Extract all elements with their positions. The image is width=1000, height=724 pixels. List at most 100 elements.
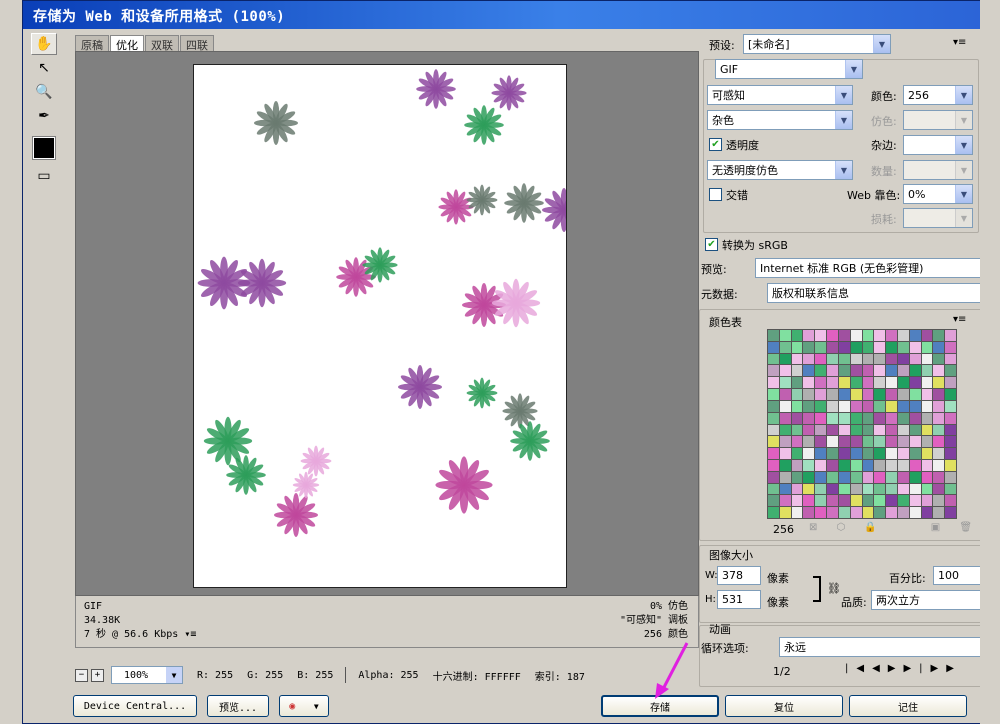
color-swatch[interactable] (921, 424, 933, 436)
color-swatch[interactable] (862, 507, 874, 518)
color-swatch[interactable] (933, 389, 945, 400)
color-swatch[interactable] (909, 341, 921, 353)
optimize-menu-icon[interactable]: ▾≡ (953, 37, 966, 48)
color-swatch[interactable] (945, 471, 956, 483)
color-swatch[interactable] (886, 448, 897, 459)
preview-select[interactable]: Internet 标准 RGB (无色彩管理)▼ (755, 258, 999, 278)
zoom-select[interactable]: 100% ▼ (111, 666, 183, 684)
convert-srgb-checkbox[interactable]: ✔ (705, 238, 718, 251)
color-swatch[interactable] (838, 377, 850, 389)
color-swatch[interactable] (933, 330, 945, 341)
height-input[interactable]: 531 (717, 590, 761, 609)
color-swatch[interactable] (874, 341, 886, 353)
eyedropper-color-swatch[interactable] (32, 136, 56, 160)
color-swatch[interactable] (921, 365, 933, 377)
color-swatch[interactable] (838, 330, 850, 341)
color-swatch[interactable] (815, 389, 827, 400)
color-swatch[interactable] (791, 341, 803, 353)
eyedropper-icon[interactable]: ✒ (31, 105, 57, 127)
color-swatch[interactable] (850, 424, 862, 436)
color-swatch[interactable] (827, 365, 838, 377)
dither-algorithm-select[interactable]: 杂色 ▼ (707, 110, 853, 130)
zoom-icon[interactable]: 🔍 (31, 81, 57, 103)
color-swatch[interactable] (874, 436, 886, 448)
color-swatch[interactable] (945, 507, 956, 518)
color-swatch[interactable] (791, 377, 803, 389)
color-swatch[interactable] (874, 495, 886, 507)
color-swatch[interactable] (791, 400, 803, 412)
width-input[interactable]: 378 (717, 566, 761, 585)
color-swatch[interactable] (909, 436, 921, 448)
color-swatch[interactable] (803, 424, 815, 436)
color-swatch[interactable] (886, 353, 897, 365)
color-swatch[interactable] (815, 483, 827, 495)
color-swatch[interactable] (838, 507, 850, 518)
color-swatch[interactable] (874, 365, 886, 377)
color-swatch[interactable] (779, 471, 791, 483)
color-swatch[interactable] (815, 436, 827, 448)
color-swatch[interactable] (886, 471, 897, 483)
color-swatch[interactable] (921, 459, 933, 471)
toggle-slices-icon[interactable]: ▭ (31, 165, 57, 187)
color-swatch[interactable] (815, 412, 827, 424)
color-swatch[interactable] (897, 341, 909, 353)
color-swatch[interactable] (909, 412, 921, 424)
color-swatch[interactable] (791, 436, 803, 448)
color-swatch[interactable] (945, 400, 956, 412)
color-swatch[interactable] (921, 507, 933, 518)
color-swatch[interactable] (791, 389, 803, 400)
color-swatch[interactable] (815, 330, 827, 341)
color-swatch[interactable] (909, 495, 921, 507)
image-preview[interactable] (193, 64, 567, 588)
cube-icon[interactable]: ⬡ (836, 522, 845, 533)
color-table-menu-icon[interactable]: ▾≡ (953, 314, 966, 325)
color-swatch[interactable] (897, 330, 909, 341)
color-swatch[interactable] (827, 436, 838, 448)
color-swatch[interactable] (768, 353, 779, 365)
color-swatch[interactable] (768, 436, 779, 448)
color-swatch[interactable] (897, 400, 909, 412)
color-swatch[interactable] (862, 459, 874, 471)
color-swatch[interactable] (874, 353, 886, 365)
color-swatch[interactable] (886, 330, 897, 341)
color-swatch[interactable] (838, 436, 850, 448)
color-swatch[interactable] (791, 365, 803, 377)
color-swatch[interactable] (803, 507, 815, 518)
color-swatch[interactable] (886, 459, 897, 471)
color-swatch[interactable] (933, 507, 945, 518)
new-color-icon[interactable]: ▣ (931, 522, 940, 533)
color-swatch[interactable] (803, 341, 815, 353)
color-swatch[interactable] (921, 448, 933, 459)
color-swatch[interactable] (779, 448, 791, 459)
lossy-select[interactable]: ▼ (903, 208, 973, 228)
slice-select-icon[interactable]: ↖ (31, 57, 57, 79)
color-swatch[interactable] (815, 448, 827, 459)
color-swatch[interactable] (933, 483, 945, 495)
color-swatch[interactable] (921, 436, 933, 448)
color-swatch[interactable] (874, 330, 886, 341)
transparency-dither-select[interactable]: 无透明度仿色 ▼ (707, 160, 853, 180)
color-swatch[interactable] (909, 507, 921, 518)
color-swatch[interactable] (850, 365, 862, 377)
color-swatch[interactable] (933, 412, 945, 424)
color-swatch[interactable] (921, 412, 933, 424)
color-swatch[interactable] (815, 400, 827, 412)
color-swatch[interactable] (886, 412, 897, 424)
color-swatch[interactable] (874, 483, 886, 495)
color-swatch[interactable] (768, 495, 779, 507)
color-swatch[interactable] (909, 330, 921, 341)
color-swatch[interactable] (838, 448, 850, 459)
color-swatch[interactable] (850, 507, 862, 518)
color-swatch[interactable] (850, 459, 862, 471)
color-swatch[interactable] (933, 459, 945, 471)
color-swatch[interactable] (791, 353, 803, 365)
color-swatch[interactable] (945, 389, 956, 400)
color-swatch[interactable] (886, 424, 897, 436)
web-shift-icon[interactable]: ⊠ (809, 522, 817, 533)
color-swatch[interactable] (850, 377, 862, 389)
color-swatch[interactable] (768, 448, 779, 459)
color-table-grid[interactable] (767, 329, 957, 519)
remember-button[interactable]: 记住 (849, 695, 967, 717)
color-swatch[interactable] (945, 483, 956, 495)
color-swatch[interactable] (850, 448, 862, 459)
